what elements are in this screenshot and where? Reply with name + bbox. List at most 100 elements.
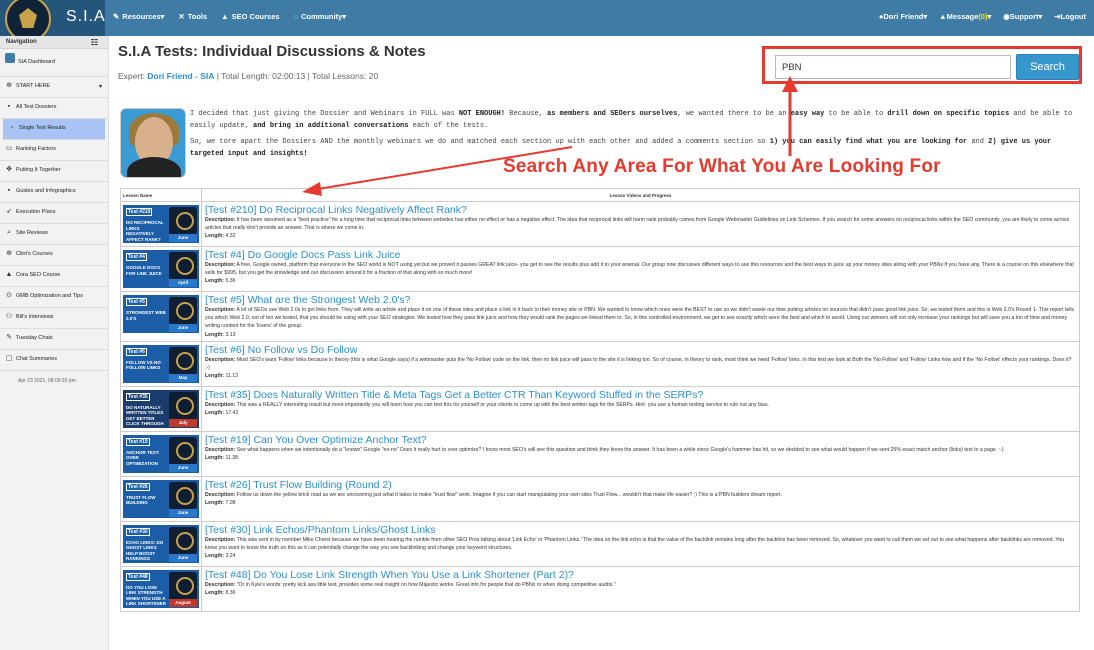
sidebar-item-label: SIA Dashboard	[18, 59, 55, 65]
chevron-down-icon: ▾	[987, 12, 992, 21]
thumb-month: June	[169, 463, 197, 472]
lesson-thumbnail[interactable]: Test #5 Strongest Web 2.0's June	[123, 295, 199, 333]
sidebar-heading-label: Navigation	[6, 39, 37, 45]
ranking-icon: ▭	[5, 145, 13, 152]
thumb-month: August	[169, 598, 197, 607]
nav-tools[interactable]: ✕ Tools	[178, 12, 207, 21]
sidebar-item-bill-s-interviews[interactable]: ⚇ Bill's Interviews	[0, 308, 108, 329]
usermenu-label: Support	[1009, 12, 1039, 21]
community-icon: ◌	[293, 12, 299, 21]
lesson-title-link[interactable]: [Test #19] Can You Over Optimize Anchor …	[205, 434, 1076, 446]
thumb-subtitle: Strongest Web 2.0's	[126, 310, 166, 321]
intro-run: as members and SEOers ourselves	[547, 110, 678, 118]
lesson-title-link[interactable]: [Test #4] Do Google Docs Pass Link Juice	[205, 249, 1076, 261]
intro-run: NOT ENOUGH!	[458, 110, 506, 118]
usermenu-dori-friend[interactable]: ●Dori Friend▾	[879, 12, 927, 21]
lesson-description: Description: This was a REALLY interesti…	[205, 401, 1076, 409]
description-text: A free, Google owned, platform that ever…	[205, 262, 1074, 277]
expert-name-link[interactable]: Dori Friend - SIA	[147, 71, 214, 81]
lesson-thumbnail[interactable]: Test #48 Do You Lose Link Strength When …	[123, 569, 199, 608]
sidebar-item-start-here[interactable]: ⊕ START HERE ▾	[0, 77, 108, 98]
sidebar-item-all-test-dossiers[interactable]: ▪ All Test Dossiers	[0, 98, 108, 119]
nav-label: Community	[301, 12, 343, 21]
thumb-test-label: Test #19	[126, 437, 150, 446]
sidebar-item-gmb-optimization-and-tips[interactable]: ⊙ GMB Optimization and Tips	[0, 287, 108, 308]
lesson-thumb-cell: Test #6 Follow vs No Follow Links May	[120, 340, 202, 387]
intro-paragraph-1: I decided that just giving the Dossier a…	[190, 108, 1080, 132]
user-menu: ●Dori Friend▾ ▲Message(0)▾ ◉Support▾ ⇥Logou…	[879, 12, 1086, 21]
thumb-test-label: Test #210	[126, 208, 153, 216]
usermenu-support[interactable]: ◉Support▾	[1003, 12, 1042, 21]
table-row: Test #4 Google Docs for Link Juice April…	[120, 246, 1080, 292]
sidebar-item-label: All Test Dossiers	[16, 104, 57, 110]
intro-run: 1) you can easily find what you are look…	[769, 138, 968, 146]
lesson-thumbnail[interactable]: Test #210 Do Reciprocal Links Negatively…	[123, 205, 199, 243]
column-header-lesson-videos: Lesson Videos and Progress	[201, 188, 1080, 202]
lesson-title-link[interactable]: [Test #26] Trust Flow Building (Round 2)	[205, 479, 1076, 491]
sidebar-item-execution-plans[interactable]: ➶ Execution Plans	[0, 203, 108, 224]
thumb-subtitle: Anchor Text: Over Optimization	[126, 449, 160, 466]
lesson-title-link[interactable]: [Test #6] No Follow vs Do Follow	[205, 344, 1076, 356]
search-input[interactable]	[775, 55, 1011, 79]
nav-community[interactable]: ◌ Community▾	[294, 12, 346, 21]
sidebar-item-cora-seo-course[interactable]: ▲ Cora SEO Course	[0, 266, 108, 287]
length-label: Length:	[205, 409, 225, 416]
length-value: 7.08	[225, 499, 236, 506]
intro-run: and	[967, 138, 989, 146]
lesson-thumbnail[interactable]: Test #19 Anchor Text: Over Optimization …	[123, 434, 199, 473]
sidebar-toggle-icon[interactable]: ☷	[91, 38, 98, 47]
lesson-cell: [Test #4] Do Google Docs Pass Link Juice…	[201, 246, 1080, 292]
logo[interactable]: S.I.A.	[0, 0, 105, 36]
thumb-month: June	[169, 508, 197, 517]
lesson-title-link[interactable]: [Test #5] What are the Strongest Web 2.0…	[205, 294, 1076, 306]
lesson-thumbnail[interactable]: Test #4 Google Docs for Link Juice April	[123, 250, 199, 288]
sidebar-item-putting-it-together[interactable]: ✥ Putting It Together	[0, 161, 108, 182]
length-label: Length:	[205, 278, 225, 285]
description-label: Description:	[205, 446, 236, 453]
lesson-title-link[interactable]: [Test #30] Link Echos/Phantom Links/Ghos…	[205, 524, 1076, 536]
lesson-title-link[interactable]: [Test #35] Does Naturally Written Title …	[205, 389, 1076, 401]
graduation-icon: ▲	[5, 271, 13, 278]
sidebar-item-clint-s-courses[interactable]: ⊕ Clint's Courses	[0, 245, 108, 266]
sidebar-item-single-test-results[interactable]: ▫ Single Test Results	[3, 119, 105, 140]
lesson-thumbnail[interactable]: Test #35 Do Naturally Written Titles Get…	[123, 389, 199, 428]
sidebar-item-ranking-factors[interactable]: ▭ Ranking Factors	[0, 140, 108, 161]
lesson-thumb-cell: Test #4 Google Docs for Link Juice April	[120, 246, 202, 292]
lesson-thumb-cell: Test #210 Do Reciprocal Links Negatively…	[120, 201, 202, 247]
search-button[interactable]: Search	[1016, 54, 1079, 80]
sidebar-item-sia-dashboard[interactable]: SIA Dashboard	[0, 49, 108, 77]
summary-icon: ▢	[5, 355, 13, 362]
nav-resources[interactable]: ✎ Resources▾	[113, 12, 164, 21]
description-label: Description:	[205, 536, 236, 543]
lesson-cell: [Test #30] Link Echos/Phantom Links/Ghos…	[201, 520, 1080, 567]
sidebar-item-tuesday-chats[interactable]: ✎ Tuesday Chats	[0, 329, 108, 350]
usermenu-logout[interactable]: ⇥Logout	[1054, 12, 1086, 21]
nav-seo-courses[interactable]: ▲ SEO Courses	[221, 12, 279, 21]
courses-icon: ▲	[221, 12, 229, 21]
expert-meta: | Total Length: 02:00:13 | Total Lessons…	[214, 71, 379, 81]
length-label: Length:	[205, 331, 225, 338]
usermenu-message[interactable]: ▲Message(0)▾	[939, 12, 991, 21]
sidebar-item-guides-and-infographics[interactable]: ▪ Guides and Infographics	[0, 182, 108, 203]
sidebar-item-label: Bill's Interviews	[16, 314, 54, 320]
lesson-title-link[interactable]: [Test #210] Do Reciprocal Links Negative…	[205, 204, 1076, 216]
lesson-thumbnail[interactable]: Test #6 Follow vs No Follow Links May	[123, 344, 199, 383]
table-row: Test #6 Follow vs No Follow Links May [T…	[120, 340, 1080, 387]
thumb-month: June	[169, 324, 197, 332]
usermenu-label: Logout	[1060, 12, 1086, 21]
sidebar-item-chat-summaries[interactable]: ▢ Chat Summaries	[0, 350, 108, 371]
lesson-thumbnail[interactable]: Test #30 Echo Links: Do Ghost Links Help…	[123, 524, 199, 563]
table-row: Test #35 Do Naturally Written Titles Get…	[120, 385, 1080, 432]
description-label: Description:	[205, 401, 236, 408]
lesson-cell: [Test #35] Does Naturally Written Title …	[201, 385, 1080, 432]
lesson-thumbnail[interactable]: Test #26 Trust Flow Building June	[123, 479, 199, 518]
sidebar-item-site-reviews[interactable]: ⌕ Site Reviews	[0, 224, 108, 245]
sidebar-item-label: Chat Summaries	[16, 356, 57, 362]
lesson-title-link[interactable]: [Test #48] Do You Lose Link Strength Whe…	[205, 569, 1076, 581]
chevron-down-icon: ▾	[342, 12, 347, 21]
search-icon: ⌕	[7, 229, 11, 236]
nav-label: SEO Courses	[231, 12, 280, 21]
sidebar-item-label: Cora SEO Course	[16, 272, 61, 278]
lesson-cell: [Test #48] Do You Lose Link Strength Whe…	[201, 565, 1080, 612]
usermenu-label: Dori Friend	[883, 12, 924, 21]
